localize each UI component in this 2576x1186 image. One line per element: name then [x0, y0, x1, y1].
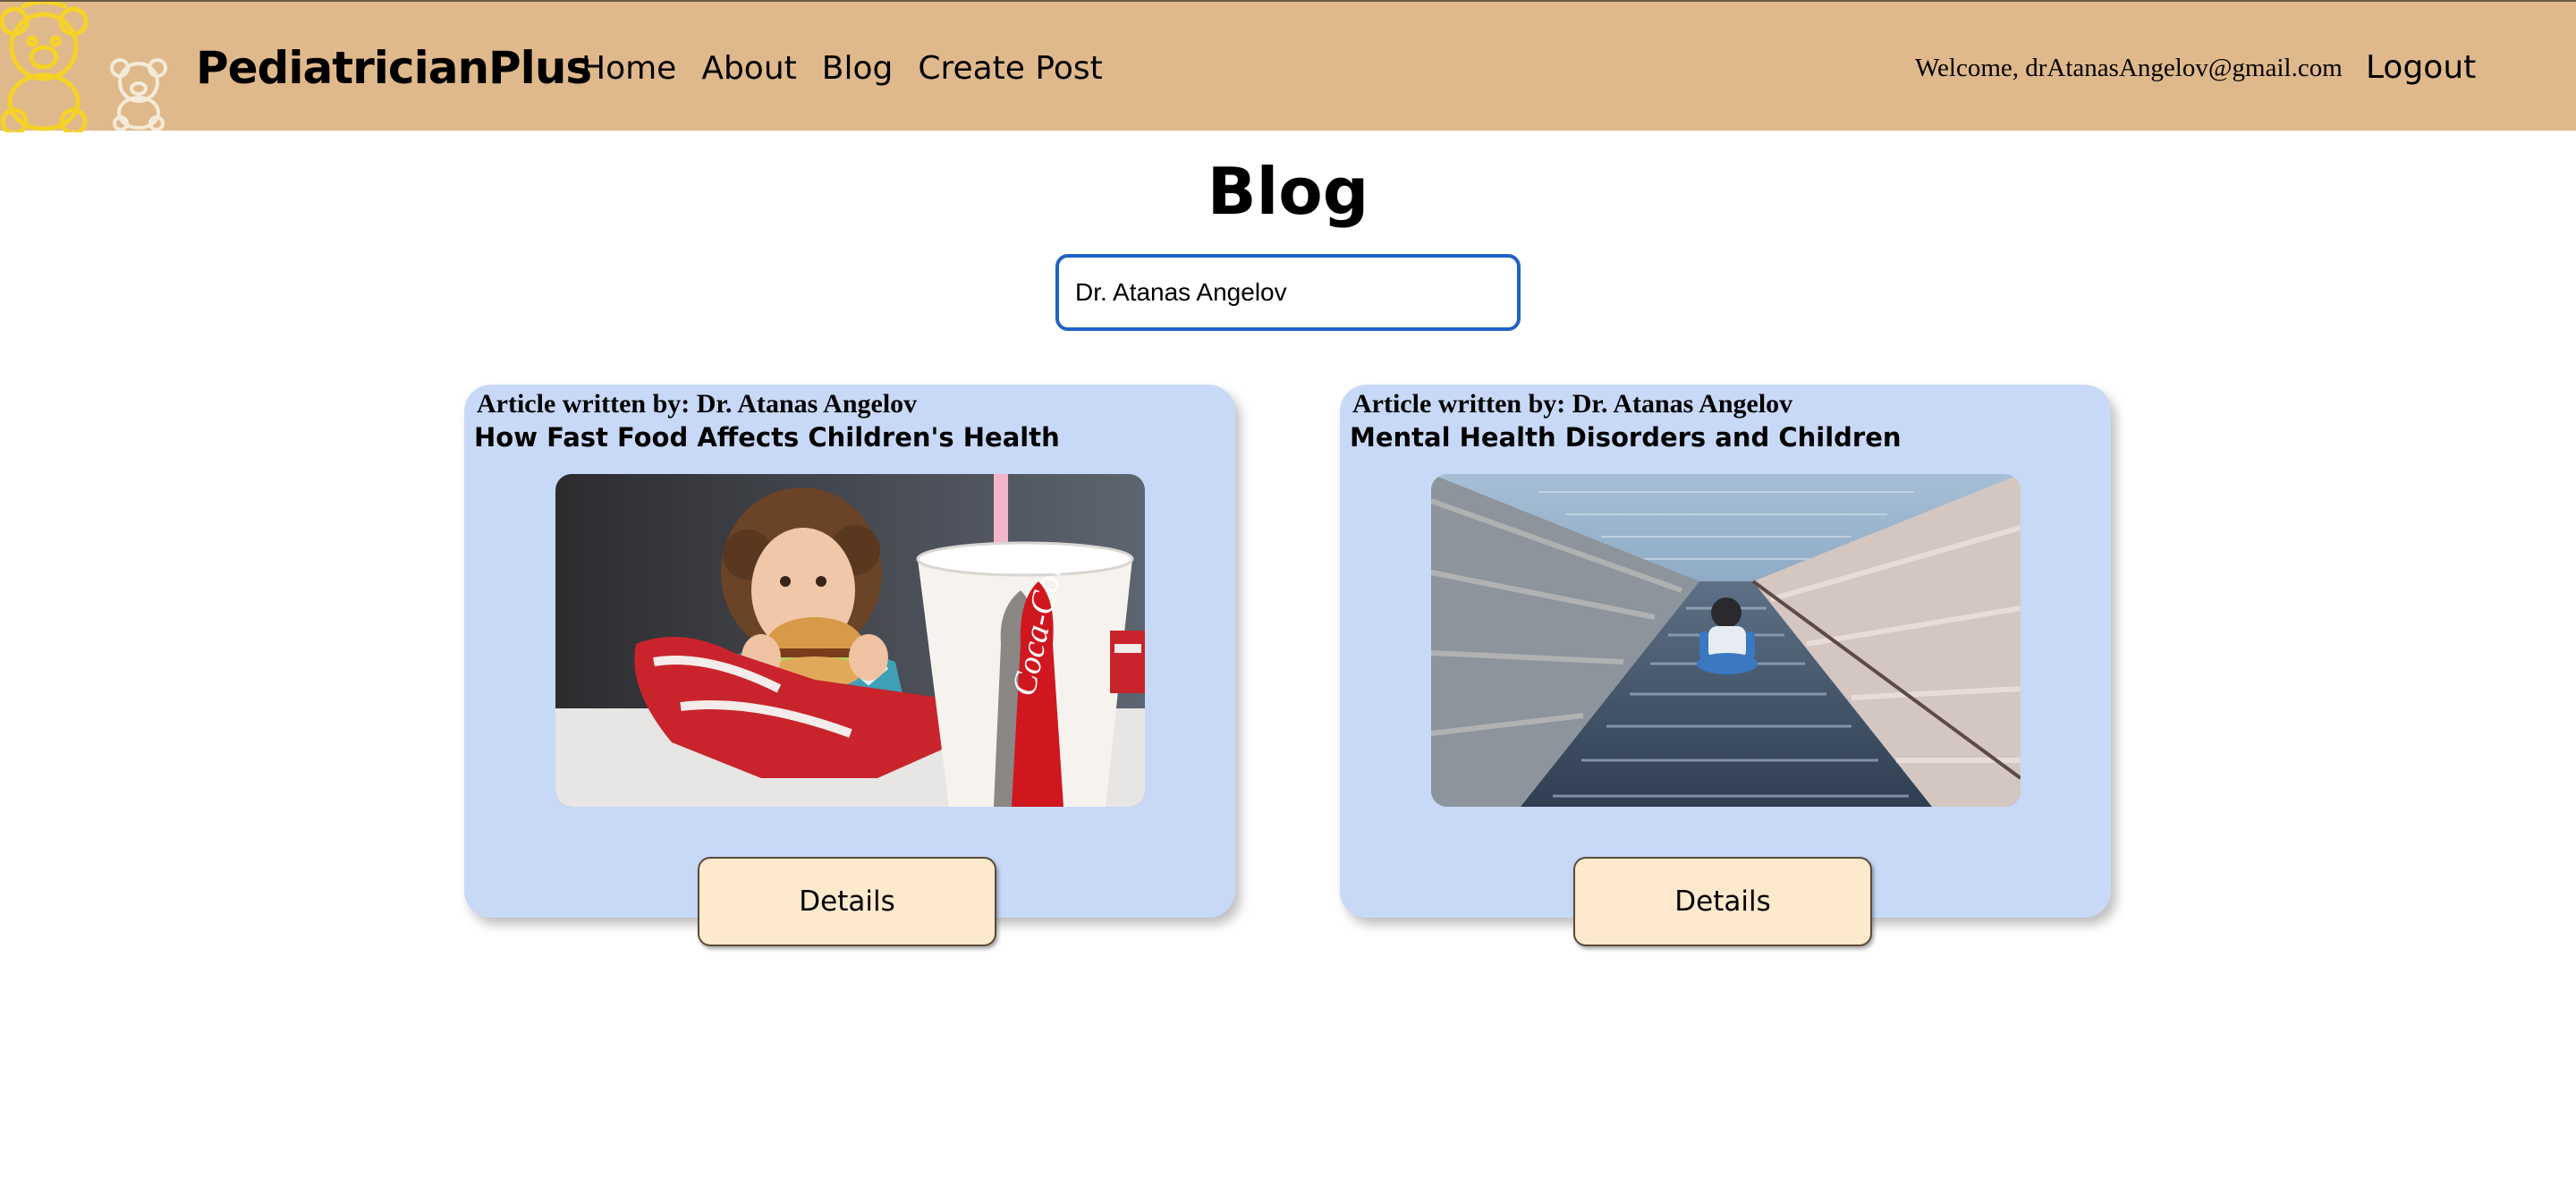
child-on-stairs-photo [1431, 474, 2021, 807]
teddy-bear-logo-icon [0, 2, 89, 132]
page-title: Blog [1207, 154, 1369, 229]
post-author: Article written by: Dr. Atanas Angelov [1352, 389, 1793, 419]
search-input[interactable] [1055, 254, 1521, 331]
details-button[interactable]: Details [698, 857, 996, 946]
post-author: Article written by: Dr. Atanas Angelov [477, 389, 918, 419]
blog-post-card: Article written by: Dr. Atanas Angelov M… [1340, 385, 2111, 946]
nav-create-post-link[interactable]: Create Post [918, 50, 1102, 87]
teddy-bear-small-icon [110, 58, 167, 131]
nav-home-link[interactable]: Home [581, 50, 676, 87]
site-logo[interactable] [0, 2, 179, 132]
logout-link[interactable]: Logout [2366, 36, 2476, 100]
post-title: Mental Health Disorders and Children [1350, 422, 1902, 453]
top-navbar: PediatricianPlus Home About Blog Create … [0, 0, 2576, 132]
main-nav: Home About Blog Create Post [581, 36, 1128, 100]
details-button[interactable]: Details [1573, 857, 1872, 946]
nav-about-link[interactable]: About [701, 50, 796, 87]
brand-name[interactable]: PediatricianPlus [196, 36, 592, 100]
welcome-message: Welcome, drAtanasAngelov@gmail.com [1915, 54, 2343, 82]
nav-blog-link[interactable]: Blog [822, 50, 894, 87]
blog-post-card: Article written by: Dr. Atanas Angelov H… [464, 385, 1235, 946]
post-title: How Fast Food Affects Children's Health [474, 422, 1060, 453]
child-eating-burger-photo: Coca-Cola [555, 474, 1145, 807]
